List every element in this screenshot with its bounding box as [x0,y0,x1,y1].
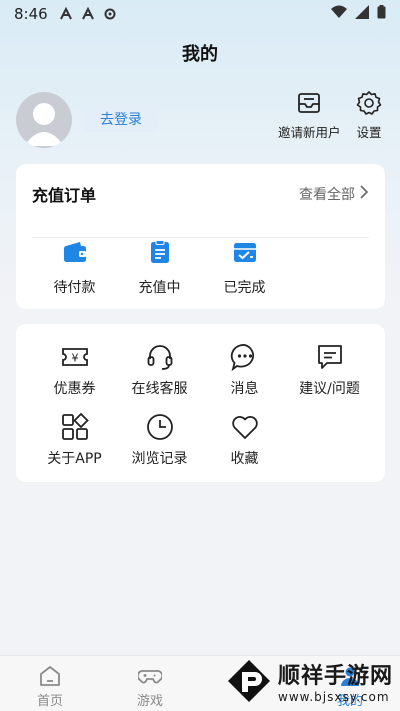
clock-icon [145,412,175,442]
mail-icon [296,90,322,116]
watermark-title: 顺祥手游网 [278,663,394,689]
watermark-url: www.bjsxsy.com [278,689,390,704]
gamepad-icon [136,664,164,688]
feedback-icon [315,342,345,372]
app-notification-icon [58,6,74,22]
status-bar: 8:46 [0,0,400,28]
orders-title: 充值订单 [32,185,97,205]
apps-icon [60,412,90,442]
watermark-text: 顺祥手游网 www.bjsxsy.com [278,658,393,704]
signal-icon [355,5,369,23]
settings-gear-icon [356,90,382,116]
heart-icon [230,412,260,442]
completed-label: 已完成 [223,280,266,296]
favorites-label: 收藏 [230,451,259,467]
home-icon [38,664,62,688]
wifi-icon [331,5,347,23]
completed-icon [232,239,258,265]
recharging-label: 充值中 [138,280,181,296]
browse-history-label: 浏览记录 [131,451,188,467]
tab-home[interactable]: 首页 [0,656,100,711]
orders-header: 充值订单 查看全部 [32,180,369,238]
about-app-item[interactable]: 关于APP [32,412,117,468]
view-all-link[interactable]: 查看全部 [299,184,369,204]
coupon-item[interactable]: ¥ 优惠券 [32,342,117,398]
headset-icon [145,342,175,372]
feedback-label: 建议/问题 [299,381,360,397]
watermark-logo-icon [226,658,272,704]
status-time: 8:46 [14,5,48,23]
online-support-item[interactable]: 在线客服 [117,342,202,398]
settings-button[interactable]: 设置 [356,90,382,141]
services-card: ¥ 优惠券 在线客服 消息 建议/问题 关于APP 浏览记录 收藏 [16,324,385,482]
coupon-icon: ¥ [60,342,90,372]
gear-icon [102,6,118,22]
tab-games-label: 游戏 [136,694,163,709]
watermark: 顺祥手游网 www.bjsxsy.com [226,650,400,711]
avatar[interactable] [16,92,72,148]
tab-games[interactable]: 游戏 [100,656,200,711]
recharging-item[interactable]: 充值中 [117,239,202,297]
chevron-right-icon [359,184,369,203]
battery-icon [377,5,386,23]
messages-label: 消息 [230,381,259,397]
online-support-label: 在线客服 [131,381,188,397]
completed-item[interactable]: 已完成 [202,239,287,297]
feedback-item[interactable]: 建议/问题 [287,342,372,398]
browse-history-item[interactable]: 浏览记录 [117,412,202,468]
favorites-item[interactable]: 收藏 [202,412,287,468]
login-button[interactable]: 去登录 [84,106,158,132]
view-all-label: 查看全部 [299,186,355,203]
profile-section: 去登录 邀请新用户 设置 [16,90,386,150]
about-app-label: 关于APP [47,451,102,467]
svg-text:¥: ¥ [71,352,78,365]
coupon-label: 优惠券 [53,381,96,397]
invite-new-user-button[interactable]: 邀请新用户 [278,90,341,141]
clipboard-icon [147,239,173,265]
pending-payment-item[interactable]: 待付款 [32,239,117,297]
page-title: 我的 [182,44,218,65]
recharge-orders-card: 充值订单 查看全部 待付款 充值中 已完成 [16,164,385,309]
chat-icon [230,342,260,372]
pending-payment-label: 待付款 [53,280,96,296]
order-status-row: 待付款 充值中 已完成 [16,239,385,297]
messages-item[interactable]: 消息 [202,342,287,398]
services-grid: ¥ 优惠券 在线客服 消息 建议/问题 关于APP 浏览记录 收藏 [32,342,372,468]
app-notification-icon [80,6,96,22]
invite-label: 邀请新用户 [278,125,341,140]
wallet-icon [62,239,88,265]
settings-label: 设置 [356,125,382,140]
tab-home-label: 首页 [36,694,63,709]
